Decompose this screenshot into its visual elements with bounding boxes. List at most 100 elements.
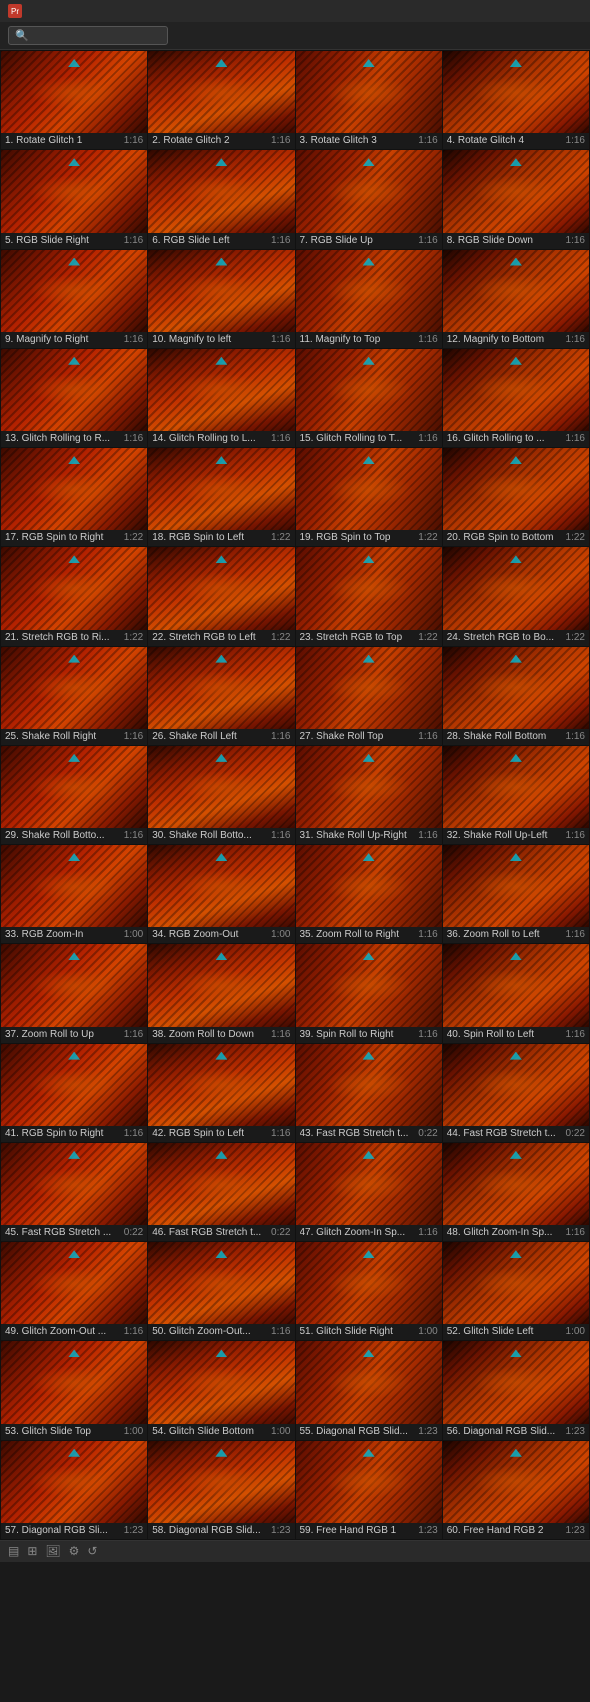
item-label: 41. RGB Spin to Right 1:16 <box>1 1126 147 1142</box>
grid-item[interactable]: 53. Glitch Slide Top 1:00 <box>1 1341 147 1439</box>
grid-item[interactable]: 37. Zoom Roll to Up 1:16 <box>1 944 147 1042</box>
grid-item[interactable]: 12. Magnify to Bottom 1:16 <box>443 250 589 348</box>
grid-item[interactable]: 50. Glitch Zoom-Out... 1:16 <box>148 1242 294 1340</box>
grid-item[interactable]: 48. Glitch Zoom-In Sp... 1:16 <box>443 1143 589 1241</box>
grid-item[interactable]: 11. Magnify to Top 1:16 <box>296 250 442 348</box>
grid-item[interactable]: 46. Fast RGB Stretch t... 0:22 <box>148 1143 294 1241</box>
item-duration: 1:00 <box>124 1426 143 1437</box>
grid-item[interactable]: 27. Shake Roll Top 1:16 <box>296 647 442 745</box>
grid-item[interactable]: 29. Shake Roll Botto... 1:16 <box>1 746 147 844</box>
thumb-accent <box>215 1151 227 1159</box>
grid-item[interactable]: 55. Diagonal RGB Slid... 1:23 <box>296 1341 442 1439</box>
grid-item[interactable]: 39. Spin Roll to Right 1:16 <box>296 944 442 1042</box>
thumb-accent <box>363 456 375 464</box>
grid-item[interactable]: 18. RGB Spin to Left 1:22 <box>148 448 294 546</box>
thumbnail <box>296 845 442 927</box>
grid-item[interactable]: 25. Shake Roll Right 1:16 <box>1 647 147 745</box>
grid-item[interactable]: 26. Shake Roll Left 1:16 <box>148 647 294 745</box>
grid-item[interactable]: 2. Rotate Glitch 2 1:16 <box>148 51 294 149</box>
grid-item[interactable]: 3. Rotate Glitch 3 1:16 <box>296 51 442 149</box>
grid-item[interactable]: 16. Glitch Rolling to ... 1:16 <box>443 349 589 447</box>
search-box[interactable]: 🔍 <box>8 26 168 45</box>
grid-item[interactable]: 10. Magnify to left 1:16 <box>148 250 294 348</box>
item-duration: 1:16 <box>566 929 585 940</box>
item-name: 24. Stretch RGB to Bo... <box>447 632 562 643</box>
grid-item[interactable]: 59. Free Hand RGB 1 1:23 <box>296 1441 442 1539</box>
grid-item[interactable]: 54. Glitch Slide Bottom 1:00 <box>148 1341 294 1439</box>
thumbnail <box>443 250 589 332</box>
thumbnail <box>1 51 147 133</box>
thumb-accent <box>510 1151 522 1159</box>
grid-item[interactable]: 8. RGB Slide Down 1:16 <box>443 150 589 248</box>
grid-item[interactable]: 23. Stretch RGB to Top 1:22 <box>296 547 442 645</box>
thumbnail <box>443 845 589 927</box>
grid-item[interactable]: 17. RGB Spin to Right 1:22 <box>1 448 147 546</box>
grid-item[interactable]: 42. RGB Spin to Left 1:16 <box>148 1044 294 1142</box>
item-label: 22. Stretch RGB to Left 1:22 <box>148 630 294 646</box>
grid-item[interactable]: 41. RGB Spin to Right 1:16 <box>1 1044 147 1142</box>
item-name: 3. Rotate Glitch 3 <box>300 135 415 146</box>
thumb-accent <box>510 1250 522 1258</box>
item-duration: 0:22 <box>271 1227 290 1238</box>
thumb-accent <box>215 59 227 67</box>
item-duration: 1:22 <box>418 532 437 543</box>
item-duration: 1:16 <box>271 830 290 841</box>
grid-item[interactable]: 30. Shake Roll Botto... 1:16 <box>148 746 294 844</box>
grid-item[interactable]: 13. Glitch Rolling to R... 1:16 <box>1 349 147 447</box>
grid-item[interactable]: 19. RGB Spin to Top 1:22 <box>296 448 442 546</box>
grid-item[interactable]: 6. RGB Slide Left 1:16 <box>148 150 294 248</box>
thumbnail <box>296 1242 442 1324</box>
search-input[interactable] <box>33 30 153 42</box>
thumb-accent <box>215 853 227 861</box>
grid-item[interactable]: 28. Shake Roll Bottom 1:16 <box>443 647 589 745</box>
grid-item[interactable]: 56. Diagonal RGB Slid... 1:23 <box>443 1341 589 1439</box>
grid-item[interactable]: 21. Stretch RGB to Ri... 1:22 <box>1 547 147 645</box>
grid-item[interactable]: 33. RGB Zoom-In 1:00 <box>1 845 147 943</box>
item-duration: 1:16 <box>124 731 143 742</box>
grid-item[interactable]: 35. Zoom Roll to Right 1:16 <box>296 845 442 943</box>
grid-item[interactable]: 7. RGB Slide Up 1:16 <box>296 150 442 248</box>
item-duration: 1:00 <box>418 1326 437 1337</box>
grid-item[interactable]: 5. RGB Slide Right 1:16 <box>1 150 147 248</box>
thumb-accent <box>68 1449 80 1457</box>
grid-item[interactable]: 24. Stretch RGB to Bo... 1:22 <box>443 547 589 645</box>
grid-item[interactable]: 38. Zoom Roll to Down 1:16 <box>148 944 294 1042</box>
grid-item[interactable]: 1. Rotate Glitch 1 1:16 <box>1 51 147 149</box>
item-label: 56. Diagonal RGB Slid... 1:23 <box>443 1424 589 1440</box>
grid-item[interactable]: 47. Glitch Zoom-In Sp... 1:16 <box>296 1143 442 1241</box>
grid-item[interactable]: 57. Diagonal RGB Sli... 1:23 <box>1 1441 147 1539</box>
grid-item[interactable]: 51. Glitch Slide Right 1:00 <box>296 1242 442 1340</box>
grid-item[interactable]: 44. Fast RGB Stretch t... 0:22 <box>443 1044 589 1142</box>
grid-item[interactable]: 32. Shake Roll Up-Left 1:16 <box>443 746 589 844</box>
grid-item[interactable]: 14. Glitch Rolling to L... 1:16 <box>148 349 294 447</box>
item-name: 49. Glitch Zoom-Out ... <box>5 1326 120 1337</box>
grid-item[interactable]: 45. Fast RGB Stretch ... 0:22 <box>1 1143 147 1241</box>
grid-item[interactable]: 15. Glitch Rolling to T... 1:16 <box>296 349 442 447</box>
thumb-accent <box>68 952 80 960</box>
item-name: 5. RGB Slide Right <box>5 235 120 246</box>
item-label: 45. Fast RGB Stretch ... 0:22 <box>1 1225 147 1241</box>
thumb-accent <box>68 1250 80 1258</box>
grid-item[interactable]: 40. Spin Roll to Left 1:16 <box>443 944 589 1042</box>
item-label: 52. Glitch Slide Left 1:00 <box>443 1324 589 1340</box>
grid-item[interactable]: 31. Shake Roll Up-Right 1:16 <box>296 746 442 844</box>
grid-item[interactable]: 58. Diagonal RGB Slid... 1:23 <box>148 1441 294 1539</box>
grid-item[interactable]: 60. Free Hand RGB 2 1:23 <box>443 1441 589 1539</box>
thumbnail <box>1 1341 147 1423</box>
grid-item[interactable]: 22. Stretch RGB to Left 1:22 <box>148 547 294 645</box>
thumb-accent <box>68 1349 80 1357</box>
item-label: 50. Glitch Zoom-Out... 1:16 <box>148 1324 294 1340</box>
grid-item[interactable]: 9. Magnify to Right 1:16 <box>1 250 147 348</box>
grid-item[interactable]: 49. Glitch Zoom-Out ... 1:16 <box>1 1242 147 1340</box>
grid-item[interactable]: 20. RGB Spin to Bottom 1:22 <box>443 448 589 546</box>
thumbnail <box>296 746 442 828</box>
grid-item[interactable]: 4. Rotate Glitch 4 1:16 <box>443 51 589 149</box>
title-bar: Pr <box>0 0 590 22</box>
item-name: 9. Magnify to Right <box>5 334 120 345</box>
thumbnail <box>443 51 589 133</box>
grid-item[interactable]: 36. Zoom Roll to Left 1:16 <box>443 845 589 943</box>
grid-item[interactable]: 34. RGB Zoom-Out 1:00 <box>148 845 294 943</box>
thumb-accent <box>510 456 522 464</box>
grid-item[interactable]: 43. Fast RGB Stretch t... 0:22 <box>296 1044 442 1142</box>
grid-item[interactable]: 52. Glitch Slide Left 1:00 <box>443 1242 589 1340</box>
